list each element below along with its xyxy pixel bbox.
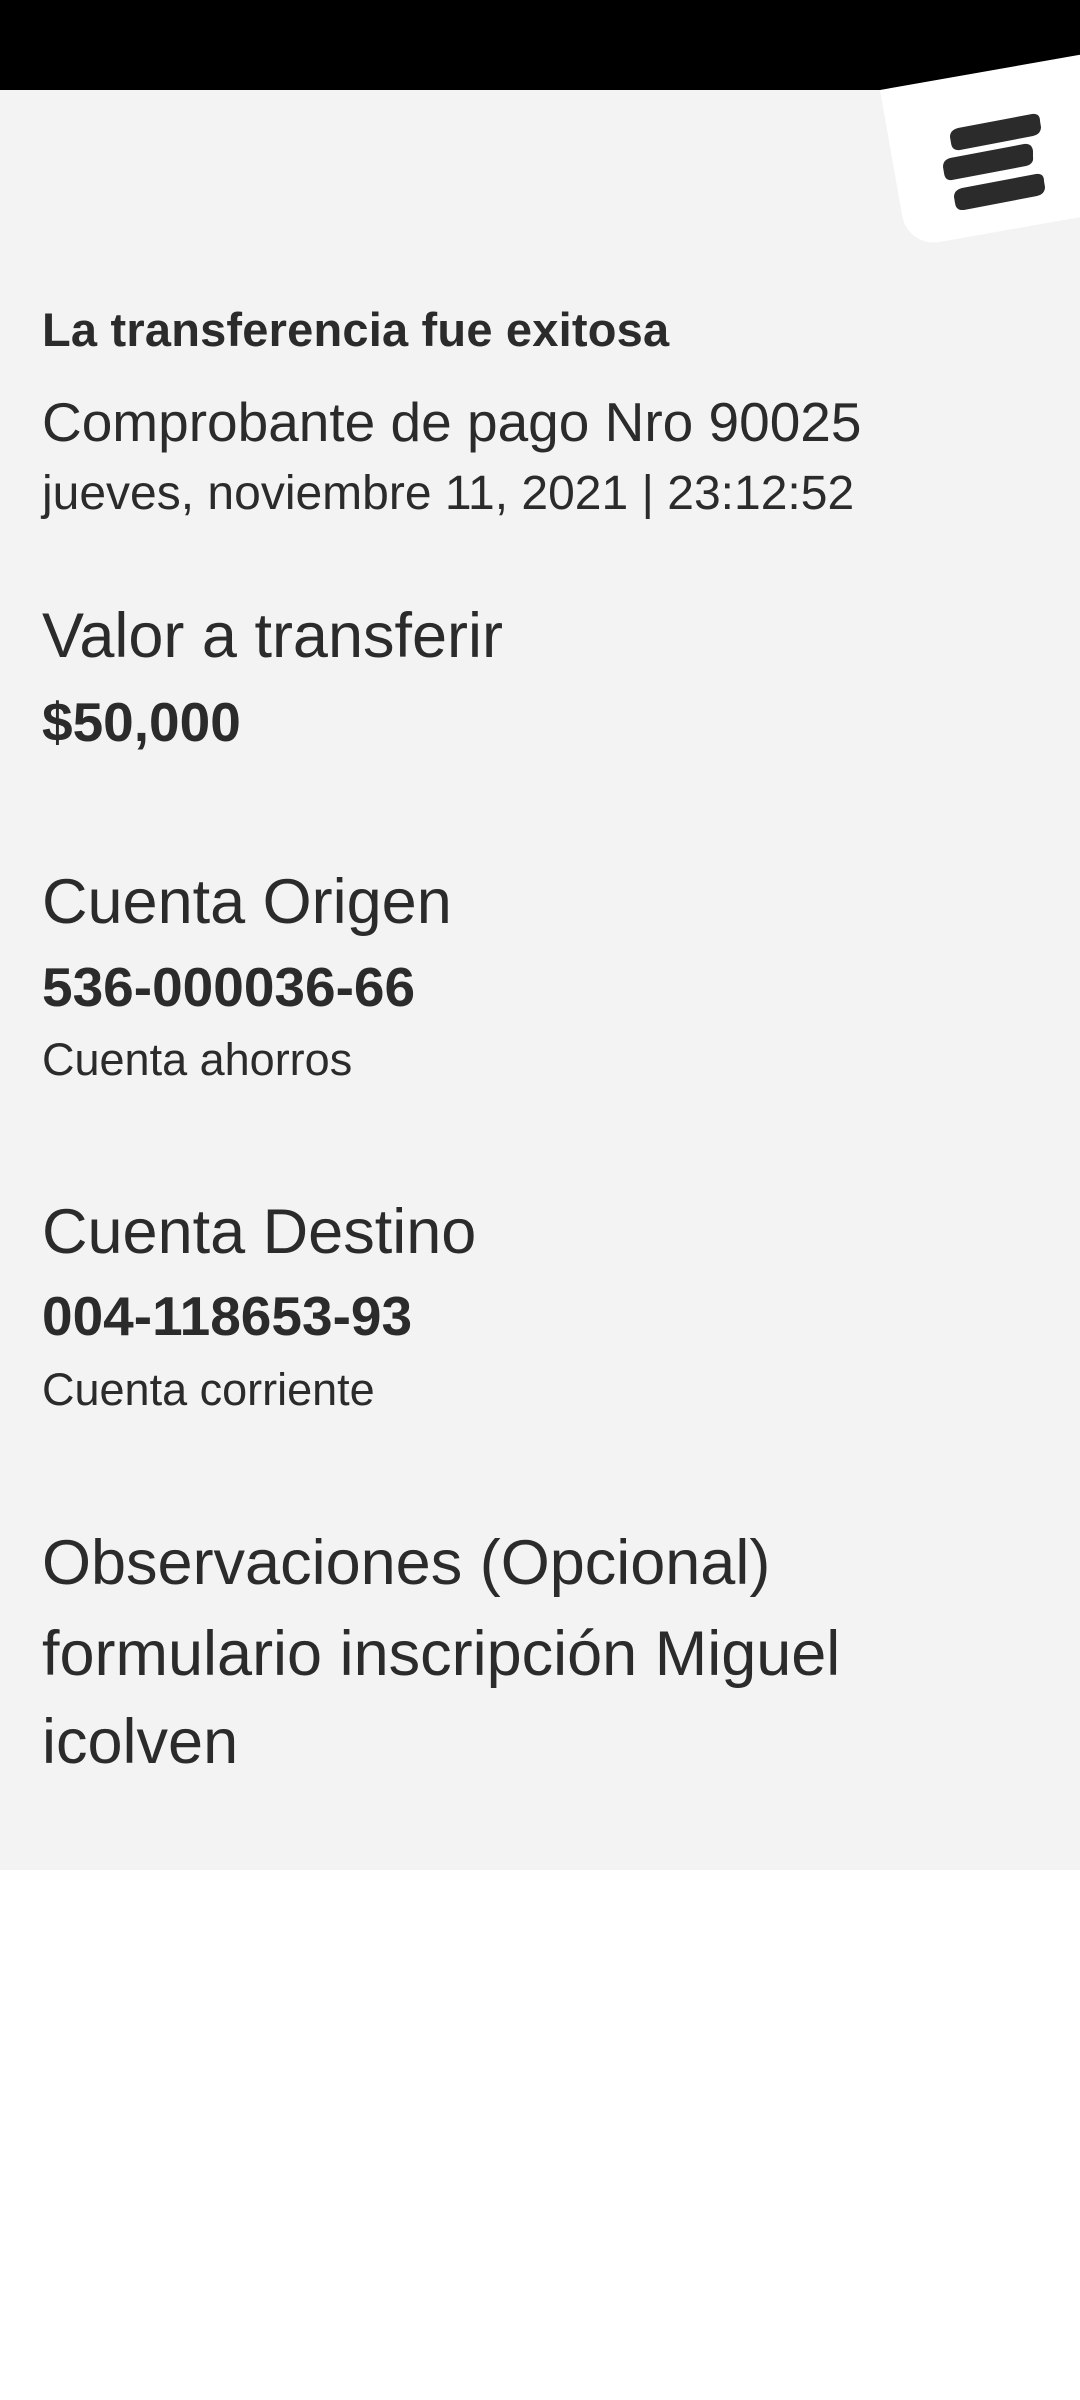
success-title: La transferencia fue exitosa [42, 303, 670, 356]
amount-value: $50,000 [42, 691, 241, 753]
receipt-number: Comprobante de pago Nro 90025 [42, 391, 862, 453]
origin-account-type: Cuenta ahorros [42, 1034, 353, 1085]
observations-text: formulario inscripción Miguel icolven [42, 1619, 841, 1777]
bank-logo-icon [940, 110, 1050, 210]
observations-label: Observaciones (Opcional) [42, 1528, 771, 1598]
destination-account-number: 004-118653-93 [42, 1285, 413, 1347]
status-bar [0, 0, 1080, 90]
destination-account-label: Cuenta Destino [42, 1197, 477, 1267]
transaction-datetime: jueves, noviembre 11, 2021 | 23:12:52 [42, 467, 855, 520]
amount-label: Valor a transferir [42, 601, 503, 671]
origin-account-label: Cuenta Origen [42, 867, 452, 937]
destination-account-type: Cuenta corriente [42, 1364, 375, 1415]
origin-account-number: 536-000036-66 [42, 956, 416, 1018]
